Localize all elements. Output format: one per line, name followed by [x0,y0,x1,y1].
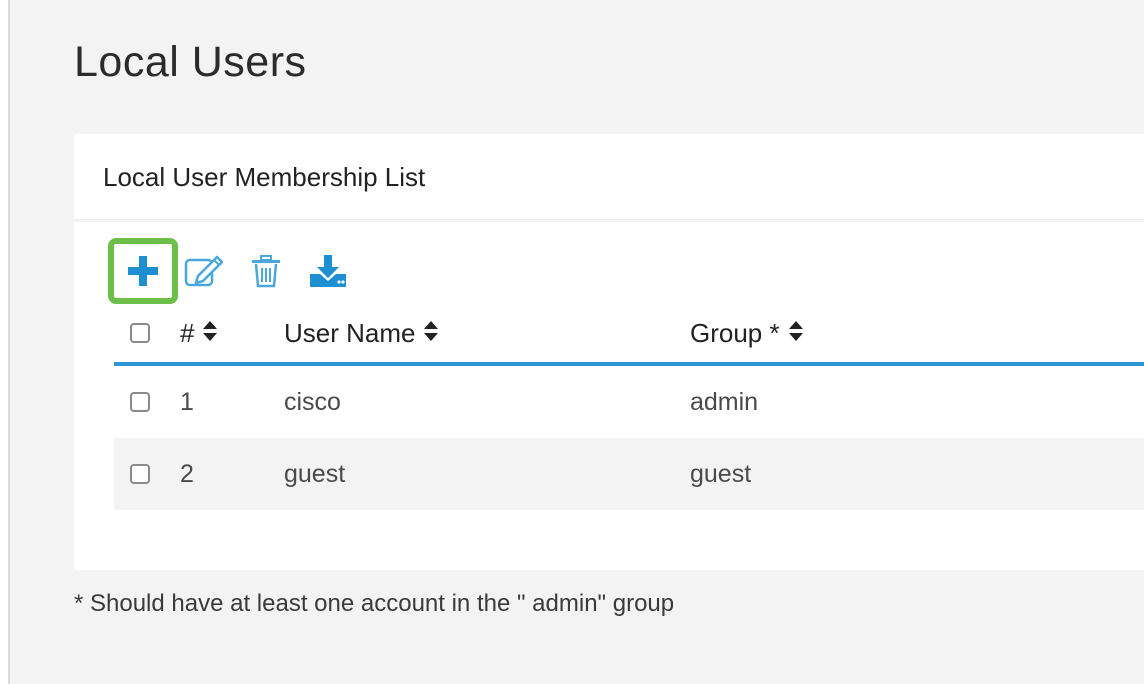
table-header: # User Name Group * [114,304,1144,366]
table-row[interactable]: 1 cisco admin [114,366,1144,438]
row-check-cell [130,438,150,510]
download-icon [308,254,348,288]
header-user-name[interactable]: User Name [284,304,439,362]
membership-panel: Local User Membership List # User Name G… [74,134,1144,570]
plus-icon [126,254,160,288]
row-number: 1 [180,387,194,416]
edit-button[interactable] [182,238,226,304]
page: Local Users Local User Membership List #… [0,0,1144,684]
table-row[interactable]: 2 guest guest [114,438,1144,510]
add-button[interactable] [108,238,178,304]
select-all-cell [130,304,150,362]
edit-icon [184,254,224,288]
users-table: # User Name Group * 1 cisco admin 2 gues… [114,304,1144,510]
header-group[interactable]: Group * [690,304,804,362]
row-checkbox[interactable] [130,464,150,484]
row-group: admin [690,387,759,416]
row-check-cell [130,366,150,438]
header-user-name-label: User Name [284,317,416,348]
row-user-name: cisco [284,387,341,416]
row-user-name: guest [284,459,346,488]
left-border [0,0,10,684]
page-title: Local Users [74,38,307,86]
select-all-checkbox[interactable] [130,323,150,343]
footnote: * Should have at least one account in th… [74,590,675,617]
header-group-label: Group * [690,317,780,348]
row-checkbox[interactable] [130,392,150,412]
panel-header: Local User Membership List [74,134,1144,222]
sort-icon [788,318,804,349]
row-number: 2 [180,459,194,488]
trash-icon [249,254,283,288]
delete-button[interactable] [244,238,288,304]
header-number[interactable]: # [180,304,218,362]
panel-title: Local User Membership List [103,162,426,192]
row-group: guest [690,459,752,488]
sort-icon [423,318,439,349]
toolbar [108,238,428,304]
header-number-label: # [180,317,195,348]
sort-icon [202,318,218,349]
download-button[interactable] [306,238,350,304]
